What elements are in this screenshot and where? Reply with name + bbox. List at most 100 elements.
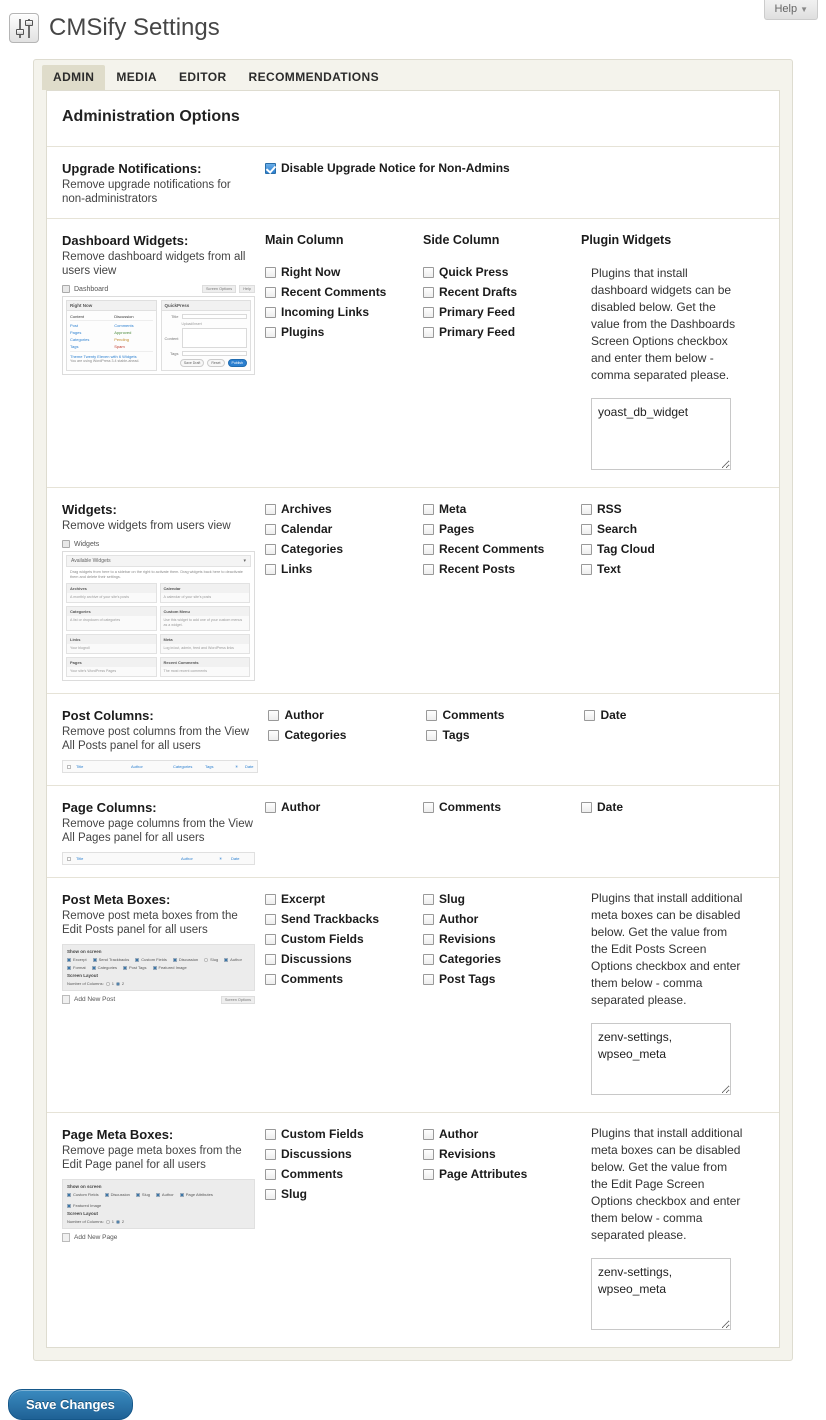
checkbox-search[interactable]: Search <box>581 522 761 536</box>
post-meta-textarea[interactable] <box>591 1023 731 1095</box>
checkbox-calendar[interactable]: Calendar <box>265 522 423 536</box>
checkbox-box[interactable] <box>265 327 276 338</box>
checkbox-recent-comments[interactable]: Recent Comments <box>265 285 423 299</box>
checkbox-box[interactable] <box>426 730 438 741</box>
checkbox-box[interactable] <box>265 544 276 555</box>
checkbox-primary-feed-2[interactable]: Primary Feed <box>423 325 581 339</box>
checkbox-box[interactable] <box>423 504 434 515</box>
checkbox-primary-feed-1[interactable]: Primary Feed <box>423 305 581 319</box>
checkbox-box[interactable] <box>265 267 276 278</box>
tab-admin[interactable]: ADMIN <box>42 65 106 90</box>
checkbox-box[interactable] <box>265 1129 276 1140</box>
checkbox-categories-meta[interactable]: Categories <box>423 952 581 966</box>
checkbox-box[interactable] <box>423 1169 434 1180</box>
checkbox-box[interactable] <box>581 544 592 555</box>
save-changes-button[interactable]: Save Changes <box>8 1389 133 1420</box>
checkbox-meta[interactable]: Meta <box>423 502 581 516</box>
help-button[interactable]: Help ▼ <box>764 0 818 20</box>
checkbox-box[interactable] <box>423 544 434 555</box>
checkbox-box[interactable] <box>581 564 592 575</box>
checkbox-post-comments[interactable]: Comments <box>426 708 584 722</box>
checkbox-text[interactable]: Text <box>581 562 761 576</box>
checkbox-page-comments-meta[interactable]: Comments <box>265 1167 423 1181</box>
checkbox-box[interactable] <box>581 524 592 535</box>
checkbox-box[interactable] <box>423 914 434 925</box>
checkbox-author[interactable]: Author <box>423 912 581 926</box>
checkbox-page-comments[interactable]: Comments <box>423 800 581 814</box>
checkbox-discussions[interactable]: Discussions <box>265 952 423 966</box>
checkbox-box[interactable] <box>581 504 592 515</box>
checkbox-links[interactable]: Links <box>265 562 423 576</box>
checkbox-box[interactable] <box>265 914 276 925</box>
checkbox-box[interactable] <box>265 974 276 985</box>
checkbox-box[interactable] <box>426 710 438 721</box>
checkbox-recent-drafts[interactable]: Recent Drafts <box>423 285 581 299</box>
checkbox-box[interactable] <box>265 802 276 813</box>
checkbox-box[interactable] <box>265 504 276 515</box>
checkbox-tag-cloud[interactable]: Tag Cloud <box>581 542 761 556</box>
page-meta-textarea[interactable] <box>591 1258 731 1330</box>
checkbox-box[interactable] <box>265 287 276 298</box>
plugin-widgets-textarea[interactable] <box>591 398 731 470</box>
checkbox-box[interactable] <box>423 894 434 905</box>
tab-editor[interactable]: EDITOR <box>168 65 238 90</box>
checkbox-revisions[interactable]: Revisions <box>423 932 581 946</box>
checkbox-custom-fields[interactable]: Custom Fields <box>265 932 423 946</box>
tab-media[interactable]: MEDIA <box>105 65 168 90</box>
checkbox-box[interactable] <box>423 954 434 965</box>
checkbox-box[interactable] <box>423 934 434 945</box>
checkbox-box[interactable] <box>265 524 276 535</box>
checkbox-rss[interactable]: RSS <box>581 502 761 516</box>
checkbox-box[interactable] <box>423 307 434 318</box>
checkbox-recent-posts[interactable]: Recent Posts <box>423 562 581 576</box>
checkbox-page-attributes[interactable]: Page Attributes <box>423 1167 581 1181</box>
checkbox-page-author-meta[interactable]: Author <box>423 1127 581 1141</box>
checkbox-box[interactable] <box>423 564 434 575</box>
checkbox-box[interactable] <box>423 974 434 985</box>
checkbox-box[interactable] <box>265 934 276 945</box>
checkbox-page-slug[interactable]: Slug <box>265 1187 423 1201</box>
checkbox-box[interactable] <box>265 564 276 575</box>
checkbox-right-now[interactable]: Right Now <box>265 265 423 279</box>
checkbox-box[interactable] <box>581 802 592 813</box>
checkbox-pages[interactable]: Pages <box>423 522 581 536</box>
checkbox-page-discussions[interactable]: Discussions <box>265 1147 423 1161</box>
checkbox-archives[interactable]: Archives <box>265 502 423 516</box>
checkbox-incoming-links[interactable]: Incoming Links <box>265 305 423 319</box>
checkbox-page-custom-fields[interactable]: Custom Fields <box>265 1127 423 1141</box>
checkbox-categories[interactable]: Categories <box>265 542 423 556</box>
tab-recommendations[interactable]: RECOMMENDATIONS <box>238 65 390 90</box>
checkbox-box[interactable] <box>584 710 596 721</box>
checkbox-slug[interactable]: Slug <box>423 892 581 906</box>
checkbox-box[interactable] <box>423 524 434 535</box>
checkbox-box[interactable] <box>265 1149 276 1160</box>
checkbox-excerpt[interactable]: Excerpt <box>265 892 423 906</box>
checkbox-page-author[interactable]: Author <box>265 800 423 814</box>
checkbox-post-tags[interactable]: Tags <box>426 728 584 742</box>
checkbox-box[interactable] <box>423 1149 434 1160</box>
checkbox-box[interactable] <box>423 1129 434 1140</box>
checkbox-quick-press[interactable]: Quick Press <box>423 265 581 279</box>
checkbox-box[interactable] <box>265 894 276 905</box>
checkbox-box[interactable] <box>265 1189 276 1200</box>
checkbox-box[interactable] <box>265 163 276 174</box>
checkbox-box[interactable] <box>423 287 434 298</box>
checkbox-box[interactable] <box>265 1169 276 1180</box>
checkbox-box[interactable] <box>268 710 280 721</box>
checkbox-plugins[interactable]: Plugins <box>265 325 423 339</box>
checkbox-box[interactable] <box>268 730 280 741</box>
checkbox-post-tags-meta[interactable]: Post Tags <box>423 972 581 986</box>
checkbox-page-revisions[interactable]: Revisions <box>423 1147 581 1161</box>
checkbox-post-author[interactable]: Author <box>268 708 426 722</box>
checkbox-box[interactable] <box>423 802 434 813</box>
checkbox-box[interactable] <box>423 267 434 278</box>
checkbox-post-date[interactable]: Date <box>584 708 764 722</box>
checkbox-box[interactable] <box>265 307 276 318</box>
checkbox-box[interactable] <box>265 954 276 965</box>
checkbox-page-date[interactable]: Date <box>581 800 761 814</box>
checkbox-comments[interactable]: Comments <box>265 972 423 986</box>
checkbox-send-trackbacks[interactable]: Send Trackbacks <box>265 912 423 926</box>
checkbox-recent-comments-widget[interactable]: Recent Comments <box>423 542 581 556</box>
checkbox-box[interactable] <box>423 327 434 338</box>
checkbox-disable-upgrade-notice[interactable]: Disable Upgrade Notice for Non-Admins <box>265 161 665 175</box>
